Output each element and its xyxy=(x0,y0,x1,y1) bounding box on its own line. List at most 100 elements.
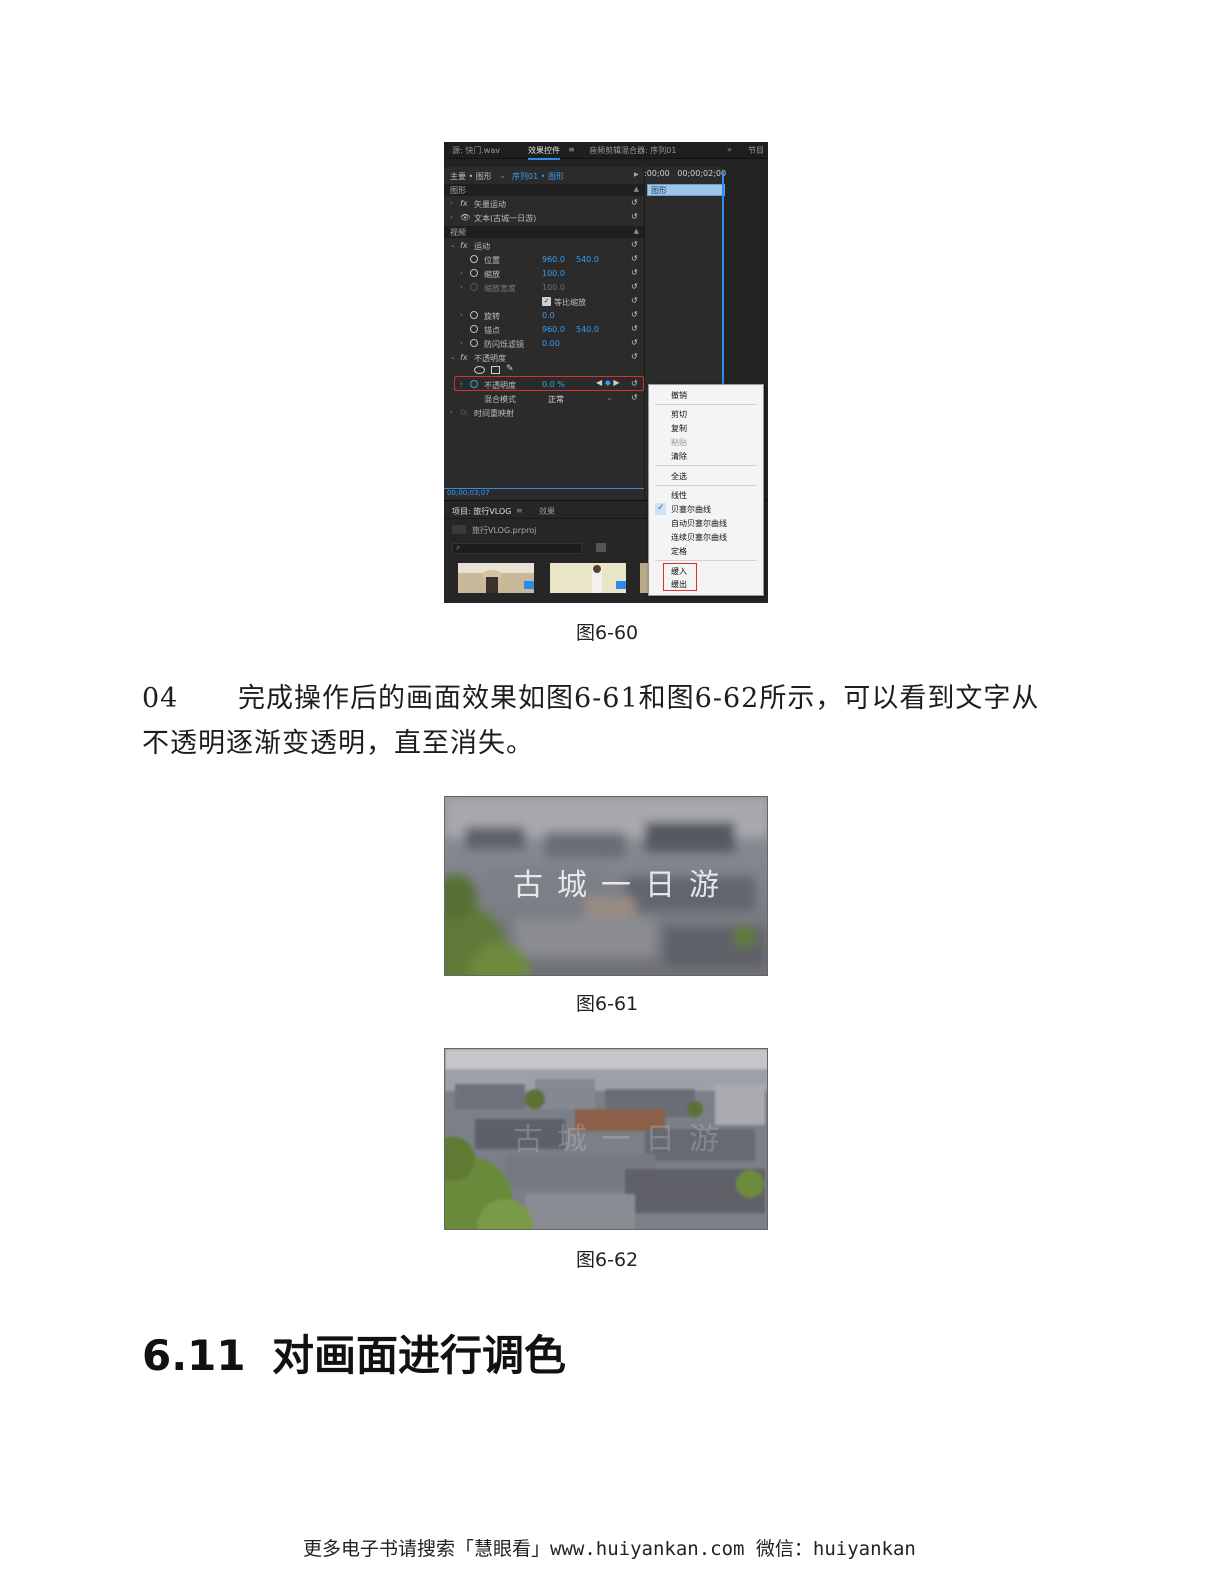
timeline-clip[interactable]: 图形 xyxy=(647,184,725,196)
tab-project[interactable]: 项目: 旅行VLOG xyxy=(452,506,511,517)
step-text-line2: 不透明逐渐变透明，直至消失。 xyxy=(142,728,534,759)
chevron-right-icon: › xyxy=(450,408,453,416)
page-footer: 更多电子书请搜索「慧眼看」www.huiyankan.com 微信：huiyan… xyxy=(303,1538,916,1560)
group-header-graphics: 图形 ▲ xyxy=(444,184,644,196)
fx-badge-icon: fx xyxy=(460,241,468,250)
stopwatch-icon xyxy=(470,283,478,291)
effect-row-motion[interactable]: ⌄ fx 运动 ↺ xyxy=(444,239,644,253)
next-keyframe-icon: ▶ xyxy=(613,378,620,387)
figure-caption-6-61: 图6-61 xyxy=(576,993,639,1015)
panel-tab-bar: 源: 快门.wav 效果控件 ≡ 音频剪辑混合器: 序列01 » 节目 xyxy=(444,142,768,160)
ruler-end: 00;00;02;00 xyxy=(677,169,727,178)
play-triangle-icon[interactable]: ▶ xyxy=(634,171,639,178)
step-paragraph-line1: 04 完成操作后的画面效果如图6-61和图6-62所示，可以看到文字从 xyxy=(142,677,1039,721)
overlay-title-text: 古城一日游 xyxy=(513,868,733,903)
param-row-position[interactable]: 位置 960.0 540.0 ↺ xyxy=(444,253,644,267)
keyframe-context-menu: 撤销 剪切 复制 粘贴 清除 全选 线性 ✓ 贝塞尔曲线 自动贝塞尔曲线 连续贝… xyxy=(648,384,764,596)
chevron-right-icon: › xyxy=(460,339,463,347)
menu-item-undo[interactable]: 撤销 xyxy=(671,390,687,401)
param-row-blend-mode[interactable]: 混合模式 正常 ⌄ ↺ xyxy=(444,392,644,406)
param-row-anti-flicker[interactable]: › 防闪烁滤镜 0.00 ↺ xyxy=(444,337,644,351)
section-title-text: 对画面进行调色 xyxy=(272,1331,567,1380)
reset-icon: ↺ xyxy=(631,324,638,333)
checkbox-checked-icon: ✓ xyxy=(542,297,551,306)
chevron-right-icon: › xyxy=(450,213,453,221)
clip-thumbnail[interactable] xyxy=(458,563,534,593)
param-row-rotation[interactable]: › 旋转 0.0 ↺ xyxy=(444,309,644,323)
param-row-scale[interactable]: › 缩放 100.0 ↺ xyxy=(444,267,644,281)
menu-item-cut[interactable]: 剪切 xyxy=(671,409,687,420)
ease-highlight-box xyxy=(663,563,697,591)
reset-icon: ↺ xyxy=(631,198,638,207)
tab-overflow-icon[interactable]: » xyxy=(727,145,732,154)
menu-separator xyxy=(655,560,757,561)
pen-mask-icon[interactable]: ✎ xyxy=(506,364,514,374)
effect-row-vector-motion[interactable]: › fx 矢量运动 ↺ xyxy=(444,197,644,211)
tab-source[interactable]: 源: 快门.wav xyxy=(452,145,500,156)
reset-icon: ↺ xyxy=(631,296,638,305)
section-heading: 6.11 对画面进行调色 xyxy=(142,1322,566,1383)
tab-effect-controls[interactable]: 效果控件 xyxy=(528,145,560,160)
chevron-right-icon: › xyxy=(460,283,463,291)
param-row-scale-width[interactable]: › 缩放宽度 100.0 ↺ xyxy=(444,281,644,295)
menu-item-paste[interactable]: 粘贴 xyxy=(671,437,687,448)
menu-item-auto-bezier[interactable]: 自动贝塞尔曲线 xyxy=(671,518,727,529)
overlay-title-text: 古城一日游 xyxy=(513,1122,733,1157)
tab-program[interactable]: 节目 xyxy=(748,145,764,156)
stopwatch-icon xyxy=(470,325,478,333)
menu-separator xyxy=(655,485,757,486)
checkmark-icon: ✓ xyxy=(657,503,665,513)
eye-icon: 👁 xyxy=(460,213,471,222)
menu-item-bezier[interactable]: 贝塞尔曲线 xyxy=(671,504,711,515)
chevron-down-icon[interactable]: ⌄ xyxy=(499,171,506,180)
timeline-ruler: :00;00 00;00;02;00 xyxy=(644,169,726,178)
project-file-name: 旅行VLOG.prproj xyxy=(472,526,537,535)
menu-item-hold[interactable]: 定格 xyxy=(671,546,687,557)
reset-icon: ↺ xyxy=(631,282,638,291)
sequence-clip-label[interactable]: 序列01 • 图形 xyxy=(512,171,564,182)
chevron-down-icon: ⌄ xyxy=(450,241,456,249)
figure-caption-6-62: 图6-62 xyxy=(576,1249,639,1271)
figure-caption-6-60: 图6-60 xyxy=(576,622,639,644)
chevron-right-icon: › xyxy=(450,199,453,207)
rectangle-mask-icon[interactable] xyxy=(491,366,500,374)
tab-menu-icon[interactable]: ≡ xyxy=(568,145,575,154)
photo-old-town-title-fading: 古城一日游 xyxy=(444,1048,768,1230)
effect-row-time-remap[interactable]: › fx 时间重映射 xyxy=(444,406,644,420)
search-input[interactable]: ⌕ xyxy=(452,543,582,554)
tab-effects[interactable]: 效果 xyxy=(539,506,555,517)
fx-badge-icon: fx xyxy=(460,353,468,362)
stopwatch-icon xyxy=(470,255,478,263)
ruler-start: :00;00 xyxy=(644,169,670,178)
collapse-up-icon: ▲ xyxy=(633,185,639,193)
chevron-down-icon: ⌄ xyxy=(606,393,613,402)
ellipse-mask-icon[interactable] xyxy=(474,366,485,374)
clip-thumbnail[interactable] xyxy=(550,563,626,593)
menu-item-linear[interactable]: 线性 xyxy=(671,490,687,501)
effect-row-text[interactable]: › 👁 文本(古城一日游) ↺ xyxy=(444,211,644,225)
chevron-right-icon: › xyxy=(460,269,463,277)
effect-controls-screenshot: 源: 快门.wav 效果控件 ≡ 音频剪辑混合器: 序列01 » 节目 主要 •… xyxy=(444,142,768,603)
reset-icon: ↺ xyxy=(631,212,638,221)
tab-audio-mixer[interactable]: 音频剪辑混合器: 序列01 xyxy=(589,145,676,156)
keyframe-navigator[interactable]: ◀ ◆ ▶ xyxy=(596,378,620,387)
master-clip-label[interactable]: 主要 • 图形 xyxy=(450,171,492,182)
param-row-uniform-scale[interactable]: ✓ 等比缩放 ↺ xyxy=(444,295,644,309)
reset-icon: ↺ xyxy=(631,338,638,347)
menu-item-continuous-bezier[interactable]: 连续贝塞尔曲线 xyxy=(671,532,727,543)
reset-icon: ↺ xyxy=(631,310,638,319)
reset-icon: ↺ xyxy=(631,254,638,263)
tab-project-menu-icon[interactable]: ≡ xyxy=(516,506,523,515)
param-row-anchor[interactable]: 锚点 960.0 540.0 ↺ xyxy=(444,323,644,337)
add-keyframe-icon: ◆ xyxy=(604,378,611,387)
reset-icon: ↺ xyxy=(631,240,638,249)
effect-row-opacity[interactable]: ⌄ fx 不透明度 ↺ xyxy=(444,351,644,365)
current-time-display[interactable]: 00;00;03;07 xyxy=(444,488,644,500)
stopwatch-icon xyxy=(470,311,478,319)
menu-item-copy[interactable]: 复制 xyxy=(671,423,687,434)
project-file-icon xyxy=(452,525,466,534)
new-bin-icon[interactable] xyxy=(596,543,606,552)
menu-item-clear[interactable]: 清除 xyxy=(671,451,687,462)
search-icon: ⌕ xyxy=(456,543,461,552)
menu-item-select-all[interactable]: 全选 xyxy=(671,471,687,482)
